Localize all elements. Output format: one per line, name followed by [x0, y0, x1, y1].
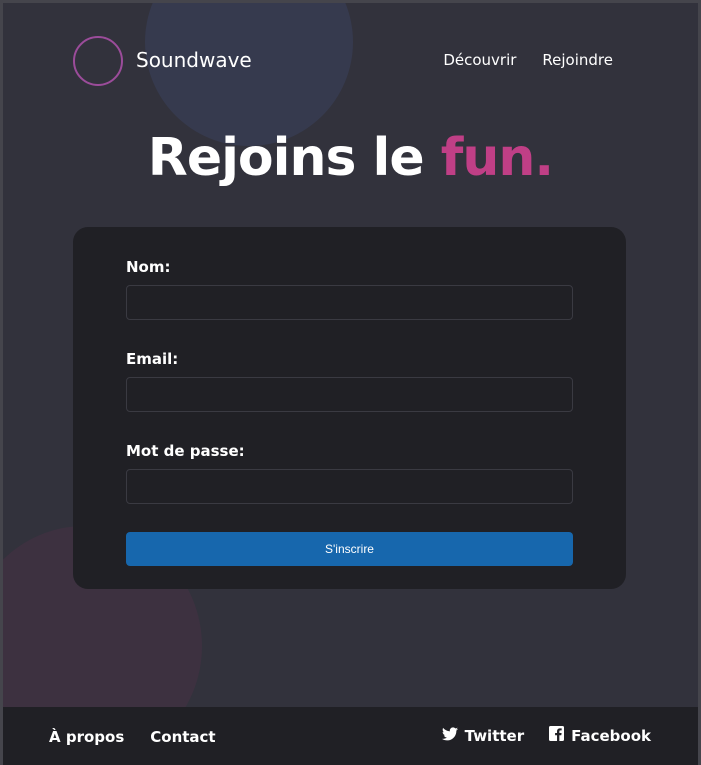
footer-link-contact[interactable]: Contact: [150, 728, 215, 746]
facebook-icon: [549, 726, 565, 745]
password-label: Mot de passe:: [126, 442, 245, 460]
page-title-main: Rejoins le: [147, 128, 425, 188]
name-label: Nom:: [126, 258, 171, 276]
footer-links: À propos Contact: [49, 728, 216, 746]
footer-social: Twitter Facebook: [441, 726, 651, 745]
facebook-label: Facebook: [571, 726, 651, 745]
page-title: Rejoins le fun.: [3, 128, 698, 188]
page: Soundwave Découvrir Rejoindre Rejoins le…: [0, 0, 701, 765]
footer-link-about[interactable]: À propos: [49, 728, 124, 746]
twitter-label: Twitter: [464, 726, 525, 745]
footer: À propos Contact Twitter Facebook: [3, 707, 698, 765]
password-field[interactable]: [126, 469, 573, 504]
signup-button[interactable]: S'inscrire: [126, 532, 573, 566]
soundwave-icon[interactable]: [73, 36, 123, 86]
top-nav: Découvrir Rejoindre: [443, 51, 613, 69]
twitter-link[interactable]: Twitter: [441, 726, 525, 745]
email-label: Email:: [126, 350, 179, 368]
email-field[interactable]: [126, 377, 573, 412]
name-field[interactable]: [126, 285, 573, 320]
facebook-link[interactable]: Facebook: [549, 726, 651, 745]
signup-form: Nom: Email: Mot de passe: S'inscrire: [73, 227, 626, 589]
twitter-icon: [441, 726, 458, 745]
brand-name[interactable]: Soundwave: [136, 48, 252, 72]
nav-link-rejoindre[interactable]: Rejoindre: [542, 51, 613, 69]
nav-link-decouvrir[interactable]: Découvrir: [443, 51, 516, 69]
decorative-circle-top: [145, 3, 353, 146]
page-title-accent: fun.: [440, 128, 554, 188]
